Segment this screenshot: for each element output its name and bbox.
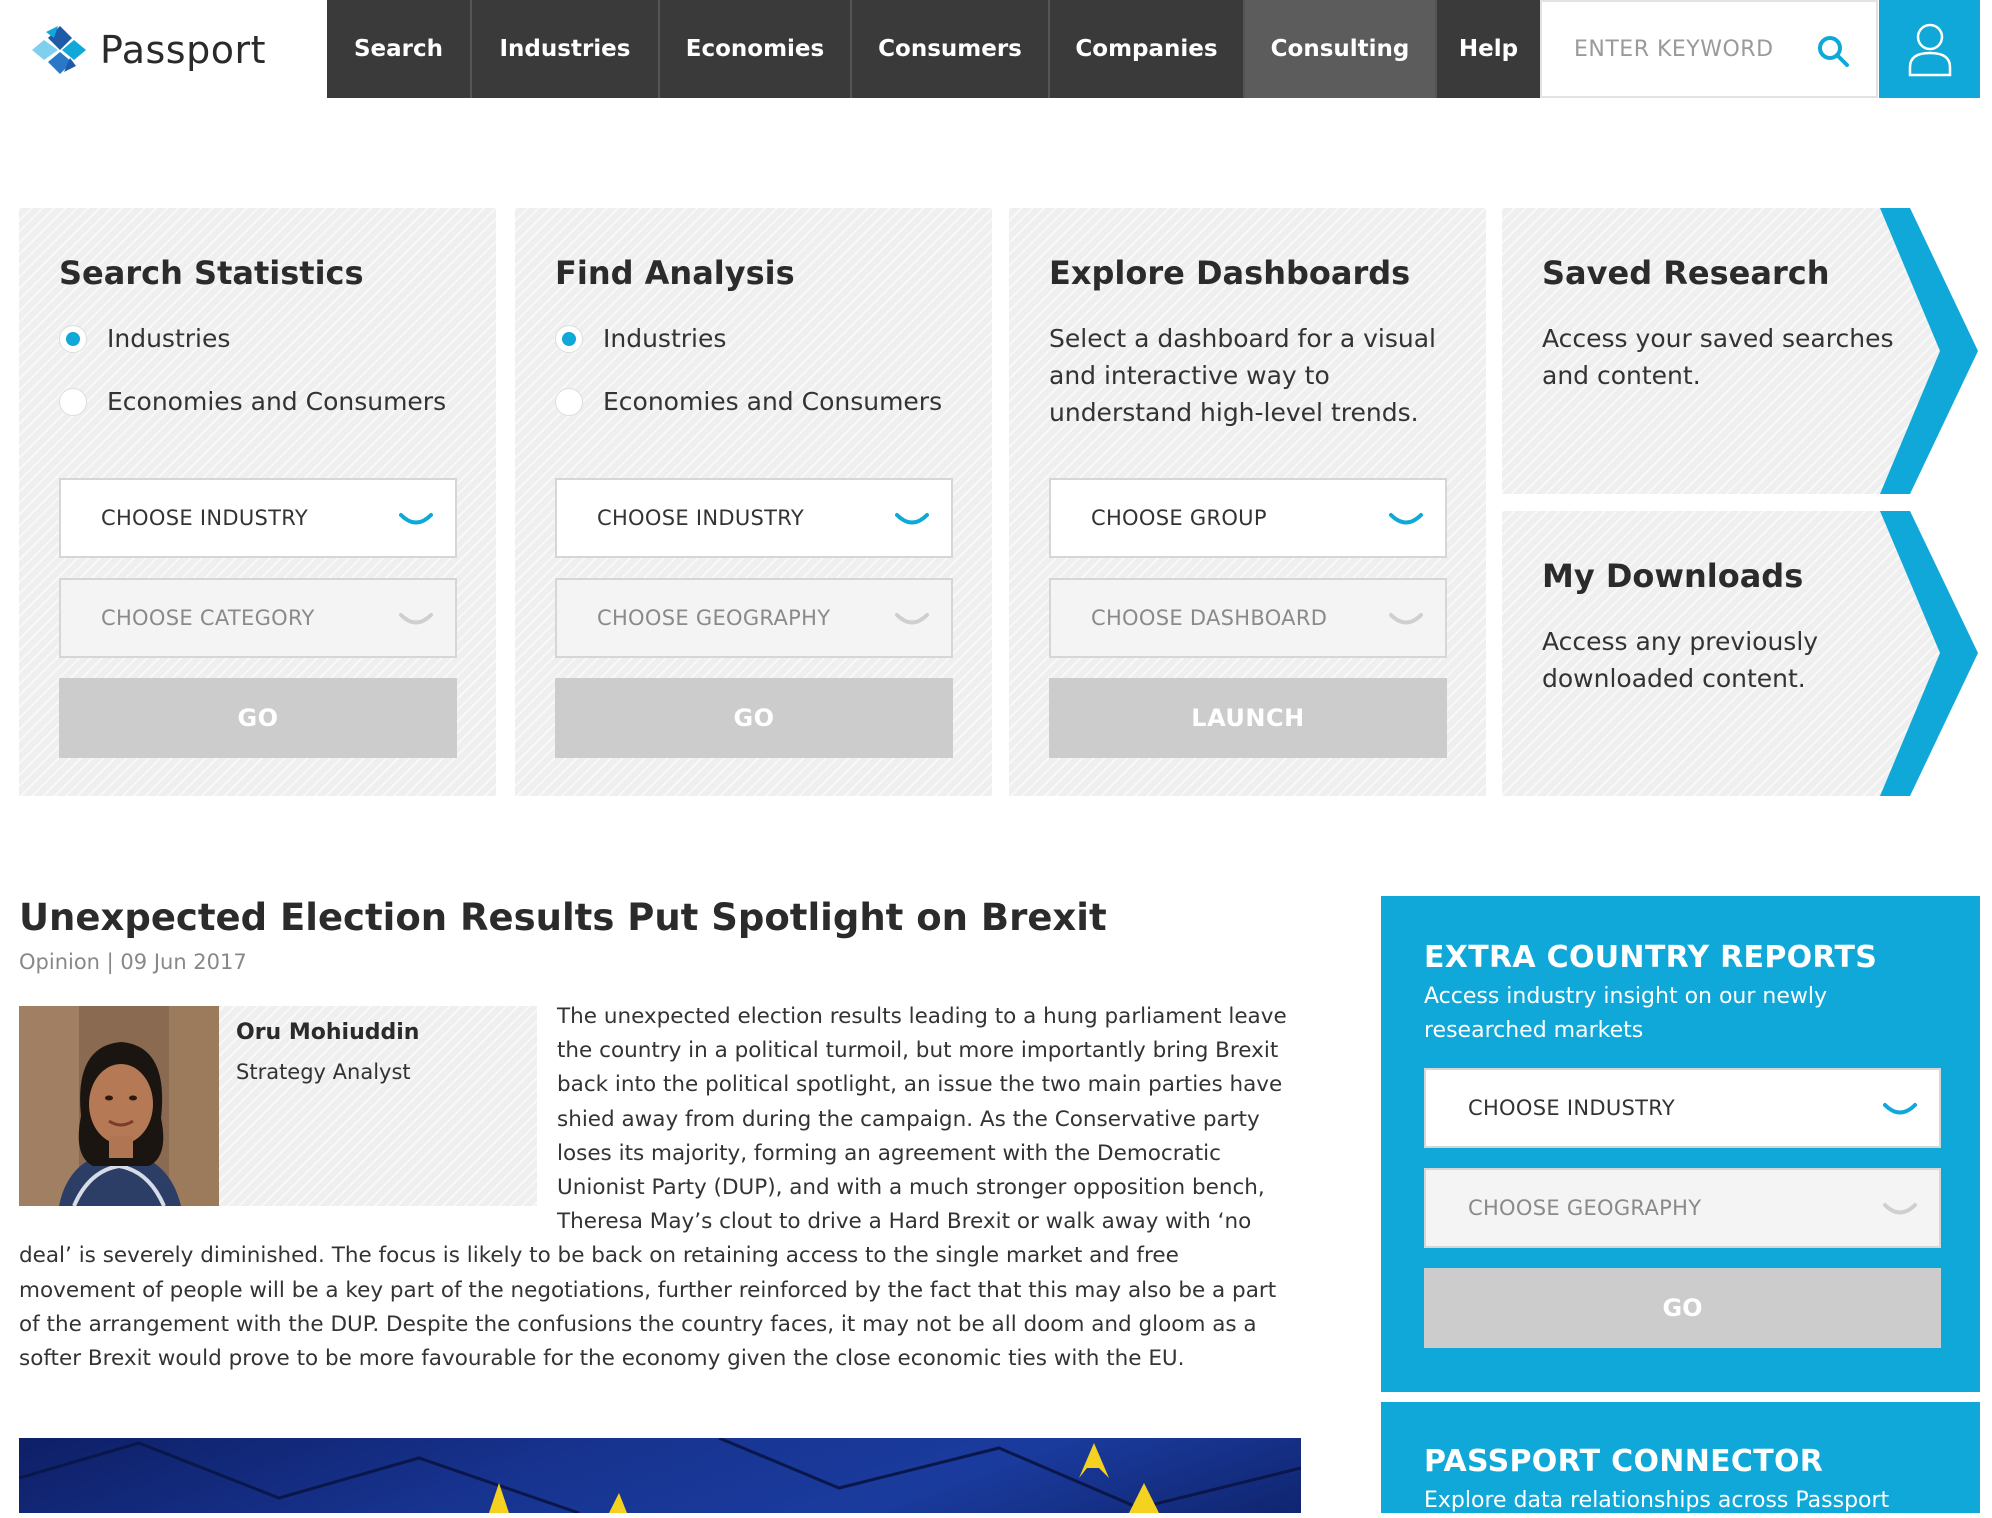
dropdown-value: CHOOSE GEOGRAPHY bbox=[1468, 1196, 1702, 1220]
choose-industry-dropdown[interactable]: CHOOSE INDUSTRY bbox=[555, 478, 953, 558]
dropdown-value: CHOOSE GEOGRAPHY bbox=[597, 606, 831, 630]
nav-industries[interactable]: Industries bbox=[472, 0, 660, 98]
dropdown-value: CHOOSE DASHBOARD bbox=[1091, 606, 1328, 630]
passport-logo-icon bbox=[32, 26, 86, 74]
choose-geography-dropdown[interactable]: CHOOSE GEOGRAPHY bbox=[555, 578, 953, 658]
author-role: Strategy Analyst bbox=[236, 1060, 411, 1084]
author-card: Oru Mohiuddin Strategy Analyst bbox=[19, 1006, 537, 1206]
article-hero-image bbox=[19, 1438, 1301, 1513]
extra-reports-go-button[interactable]: GO bbox=[1424, 1268, 1941, 1348]
dropdown-value: CHOOSE GROUP bbox=[1091, 506, 1267, 530]
nav-help[interactable]: Help bbox=[1437, 0, 1540, 98]
search-icon[interactable] bbox=[1816, 34, 1850, 68]
saved-research-panel[interactable]: Saved Research Access your saved searche… bbox=[1502, 208, 1980, 494]
chevron-down-icon bbox=[399, 513, 433, 525]
find-analysis-panel: Find Analysis Industries Economies and C… bbox=[515, 208, 992, 796]
radio-unselected-icon bbox=[59, 387, 87, 416]
keyword-search-input[interactable] bbox=[1572, 35, 1806, 63]
search-statistics-go-button[interactable]: GO bbox=[59, 678, 457, 758]
radio-selected-icon bbox=[555, 324, 583, 353]
launch-dashboard-button[interactable]: LAUNCH bbox=[1049, 678, 1447, 758]
radio-industries[interactable]: Industries bbox=[59, 324, 230, 353]
chevron-down-icon bbox=[895, 613, 929, 625]
main-nav: Search Industries Economies Consumers Co… bbox=[327, 0, 1540, 98]
nav-search[interactable]: Search bbox=[327, 0, 472, 98]
explore-dashboards-panel: Explore Dashboards Select a dashboard fo… bbox=[1009, 208, 1486, 796]
radio-unselected-icon bbox=[555, 387, 583, 416]
nav-consulting[interactable]: Consulting bbox=[1245, 0, 1437, 98]
choose-industry-dropdown[interactable]: CHOOSE INDUSTRY bbox=[1424, 1068, 1941, 1148]
find-analysis-title: Find Analysis bbox=[555, 254, 795, 292]
extra-country-reports-subtitle: Access industry insight on our newly res… bbox=[1424, 984, 1828, 1043]
author-photo bbox=[19, 1006, 219, 1206]
choose-group-dropdown[interactable]: CHOOSE GROUP bbox=[1049, 478, 1447, 558]
keyword-search-box bbox=[1540, 0, 1878, 98]
passport-connector-title: PASSPORT CONNECTOR bbox=[1424, 1444, 1824, 1479]
choose-industry-dropdown[interactable]: CHOOSE INDUSTRY bbox=[59, 478, 457, 558]
my-downloads-description: Access any previously downloaded content… bbox=[1542, 627, 1819, 693]
chevron-down-icon bbox=[1389, 613, 1423, 625]
dropdown-value: CHOOSE INDUSTRY bbox=[1468, 1096, 1675, 1120]
chevron-right-icon bbox=[1880, 208, 1980, 494]
choose-category-dropdown[interactable]: CHOOSE CATEGORY bbox=[59, 578, 457, 658]
radio-economies-consumers[interactable]: Economies and Consumers bbox=[59, 387, 446, 416]
radio-label: Economies and Consumers bbox=[603, 387, 943, 416]
user-icon bbox=[1908, 23, 1951, 77]
saved-research-description: Access your saved searches and content. bbox=[1542, 324, 1894, 390]
explore-dashboards-description: Select a dashboard for a visual and inte… bbox=[1049, 324, 1436, 427]
radio-label: Economies and Consumers bbox=[107, 387, 447, 416]
extra-country-reports-panel: EXTRA COUNTRY REPORTS Access industry in… bbox=[1381, 896, 1980, 1392]
article-title[interactable]: Unexpected Election Results Put Spotligh… bbox=[19, 896, 1107, 939]
radio-economies-consumers[interactable]: Economies and Consumers bbox=[555, 387, 942, 416]
chevron-right-icon bbox=[1880, 511, 1980, 796]
nav-companies[interactable]: Companies bbox=[1050, 0, 1245, 98]
chevron-down-icon bbox=[1883, 1103, 1917, 1115]
user-account-button[interactable] bbox=[1879, 0, 1980, 98]
chevron-down-icon bbox=[1883, 1203, 1917, 1215]
my-downloads-title: My Downloads bbox=[1542, 557, 1804, 595]
top-header: Passport Search Industries Economies Con… bbox=[0, 0, 1992, 98]
search-statistics-panel: Search Statistics Industries Economies a… bbox=[19, 208, 496, 796]
choose-geography-dropdown[interactable]: CHOOSE GEOGRAPHY bbox=[1424, 1168, 1941, 1248]
radio-label: Industries bbox=[107, 324, 231, 353]
dropdown-value: CHOOSE CATEGORY bbox=[101, 606, 315, 630]
chevron-down-icon bbox=[895, 513, 929, 525]
choose-dashboard-dropdown[interactable]: CHOOSE DASHBOARD bbox=[1049, 578, 1447, 658]
radio-industries[interactable]: Industries bbox=[555, 324, 726, 353]
radio-label: Industries bbox=[603, 324, 727, 353]
find-analysis-go-button[interactable]: GO bbox=[555, 678, 953, 758]
article-meta: Opinion | 09 Jun 2017 bbox=[19, 950, 247, 974]
explore-dashboards-title: Explore Dashboards bbox=[1049, 254, 1411, 292]
eu-flag-image bbox=[19, 1438, 1301, 1513]
search-statistics-title: Search Statistics bbox=[59, 254, 364, 292]
author-name[interactable]: Oru Mohiuddin bbox=[236, 1020, 419, 1045]
saved-research-title: Saved Research bbox=[1542, 254, 1830, 292]
dropdown-value: CHOOSE INDUSTRY bbox=[101, 506, 308, 530]
dropdown-value: CHOOSE INDUSTRY bbox=[597, 506, 804, 530]
nav-consumers[interactable]: Consumers bbox=[852, 0, 1050, 98]
nav-economies[interactable]: Economies bbox=[660, 0, 852, 98]
passport-connector-panel[interactable]: PASSPORT CONNECTOR Explore data relation… bbox=[1381, 1402, 1980, 1513]
radio-selected-icon bbox=[59, 324, 87, 353]
extra-country-reports-title: EXTRA COUNTRY REPORTS bbox=[1424, 940, 1878, 975]
passport-logo[interactable]: Passport bbox=[28, 22, 266, 78]
chevron-down-icon bbox=[399, 613, 433, 625]
my-downloads-panel[interactable]: My Downloads Access any previously downl… bbox=[1502, 511, 1980, 796]
brand-name: Passport bbox=[100, 28, 266, 72]
chevron-down-icon bbox=[1389, 513, 1423, 525]
